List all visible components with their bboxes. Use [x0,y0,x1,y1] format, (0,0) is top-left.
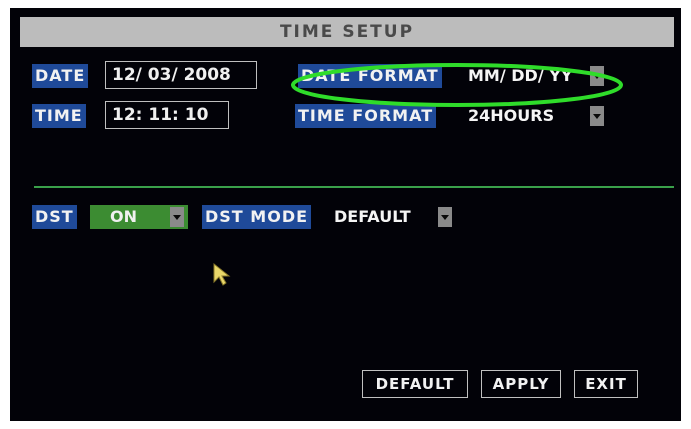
dst-mode-value: DEFAULT [334,207,411,226]
date-field[interactable]: 12/ 03/ 2008 [105,61,257,89]
dvr-time-setup-screen: TIME SETUP DATE 12/ 03/ 2008 DATE FORMAT… [10,8,681,421]
date-label: DATE [32,64,89,88]
default-button[interactable]: DEFAULT [362,370,468,398]
dst-value: ON [110,207,137,226]
highlight-ring [291,63,623,107]
time-label: TIME [32,104,86,128]
chevron-down-icon[interactable] [170,207,184,227]
divider [34,186,674,188]
dst-select[interactable]: ON [90,205,188,229]
page-title: TIME SETUP [20,17,674,47]
dst-mode-label: DST MODE [202,205,312,229]
exit-button[interactable]: EXIT [574,370,638,398]
dst-label: DST [32,205,77,229]
chevron-down-icon[interactable] [438,207,452,227]
time-field[interactable]: 12: 11: 10 [105,101,229,129]
apply-button[interactable]: APPLY [481,370,561,398]
dst-mode-select[interactable]: DEFAULT [332,205,456,229]
mouse-pointer-icon [213,262,231,286]
